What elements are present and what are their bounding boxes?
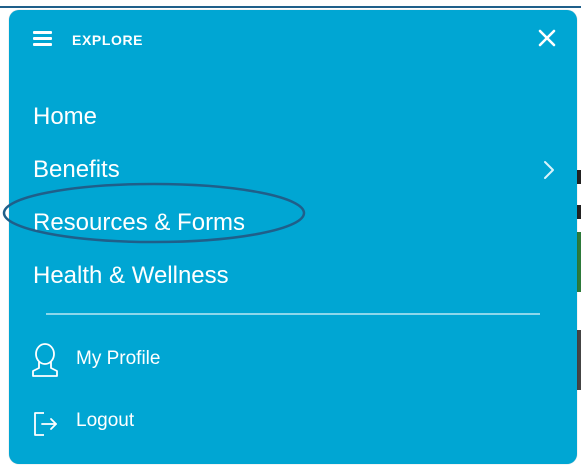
background-border-top [0,6,581,8]
nav-item-health-wellness[interactable]: Health & Wellness [9,249,577,302]
logout-label: Logout [76,410,135,431]
page: EXPLORE Home Benefits Resources & Forms … [0,0,581,466]
chevron-right-icon[interactable] [543,160,555,180]
menu-divider [46,313,540,315]
explore-menu-panel: EXPLORE Home Benefits Resources & Forms … [2,10,577,464]
menu-header: EXPLORE [9,10,577,68]
background-content-fragment [577,232,581,292]
close-icon[interactable] [537,28,557,48]
user-profile-icon [32,343,58,377]
primary-nav: Home Benefits Resources & Forms Health &… [9,90,577,302]
nav-item-home[interactable]: Home [9,90,577,143]
background-content-fragment [577,205,581,219]
my-profile-label: My Profile [76,348,161,369]
nav-item-resources-forms[interactable]: Resources & Forms [9,196,577,249]
logout-link[interactable]: Logout [9,390,577,452]
my-profile-link[interactable]: My Profile [9,328,577,390]
account-nav: My Profile Logout [9,328,577,452]
menu-title: EXPLORE [72,32,144,48]
hamburger-icon[interactable] [33,31,52,47]
nav-item-label: Resources & Forms [33,209,246,236]
nav-item-label: Home [33,103,98,130]
nav-item-benefits[interactable]: Benefits [9,143,577,196]
background-content-fragment [577,170,581,184]
background-content-fragment [577,330,581,390]
nav-item-label: Benefits [33,156,120,183]
nav-item-label: Health & Wellness [33,262,229,289]
logout-icon [34,412,57,436]
